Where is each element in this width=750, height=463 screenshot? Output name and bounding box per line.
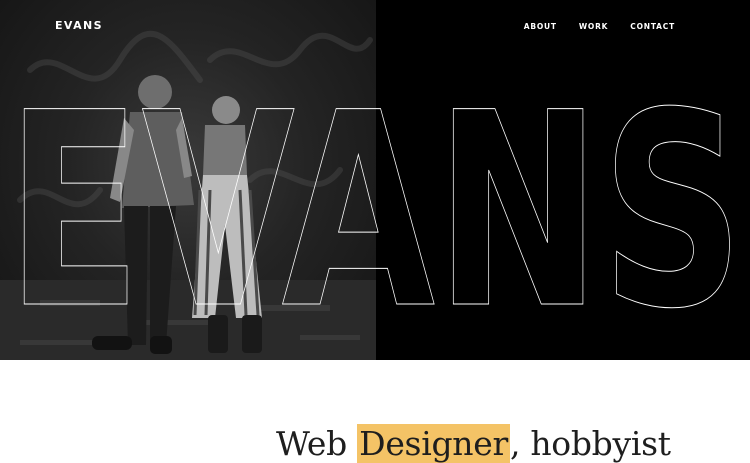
tagline-highlight: Designer (357, 424, 510, 463)
nav-about[interactable]: ABOUT (524, 22, 557, 31)
nav-contact[interactable]: CONTACT (630, 22, 675, 31)
hero-tagline: Web Designer, hobbyist (276, 424, 671, 463)
main-nav: ABOUT WORK CONTACT (524, 22, 675, 31)
hero-section: EVANS EVANS ABOUT WORK CONTACT (0, 0, 750, 360)
brand-logo[interactable]: EVANS (55, 19, 103, 32)
tagline-part-2: , hobbyist (509, 424, 671, 463)
tagline-part-1: Web (276, 424, 358, 463)
hero-photo (0, 0, 376, 360)
nav-work[interactable]: WORK (579, 22, 608, 31)
